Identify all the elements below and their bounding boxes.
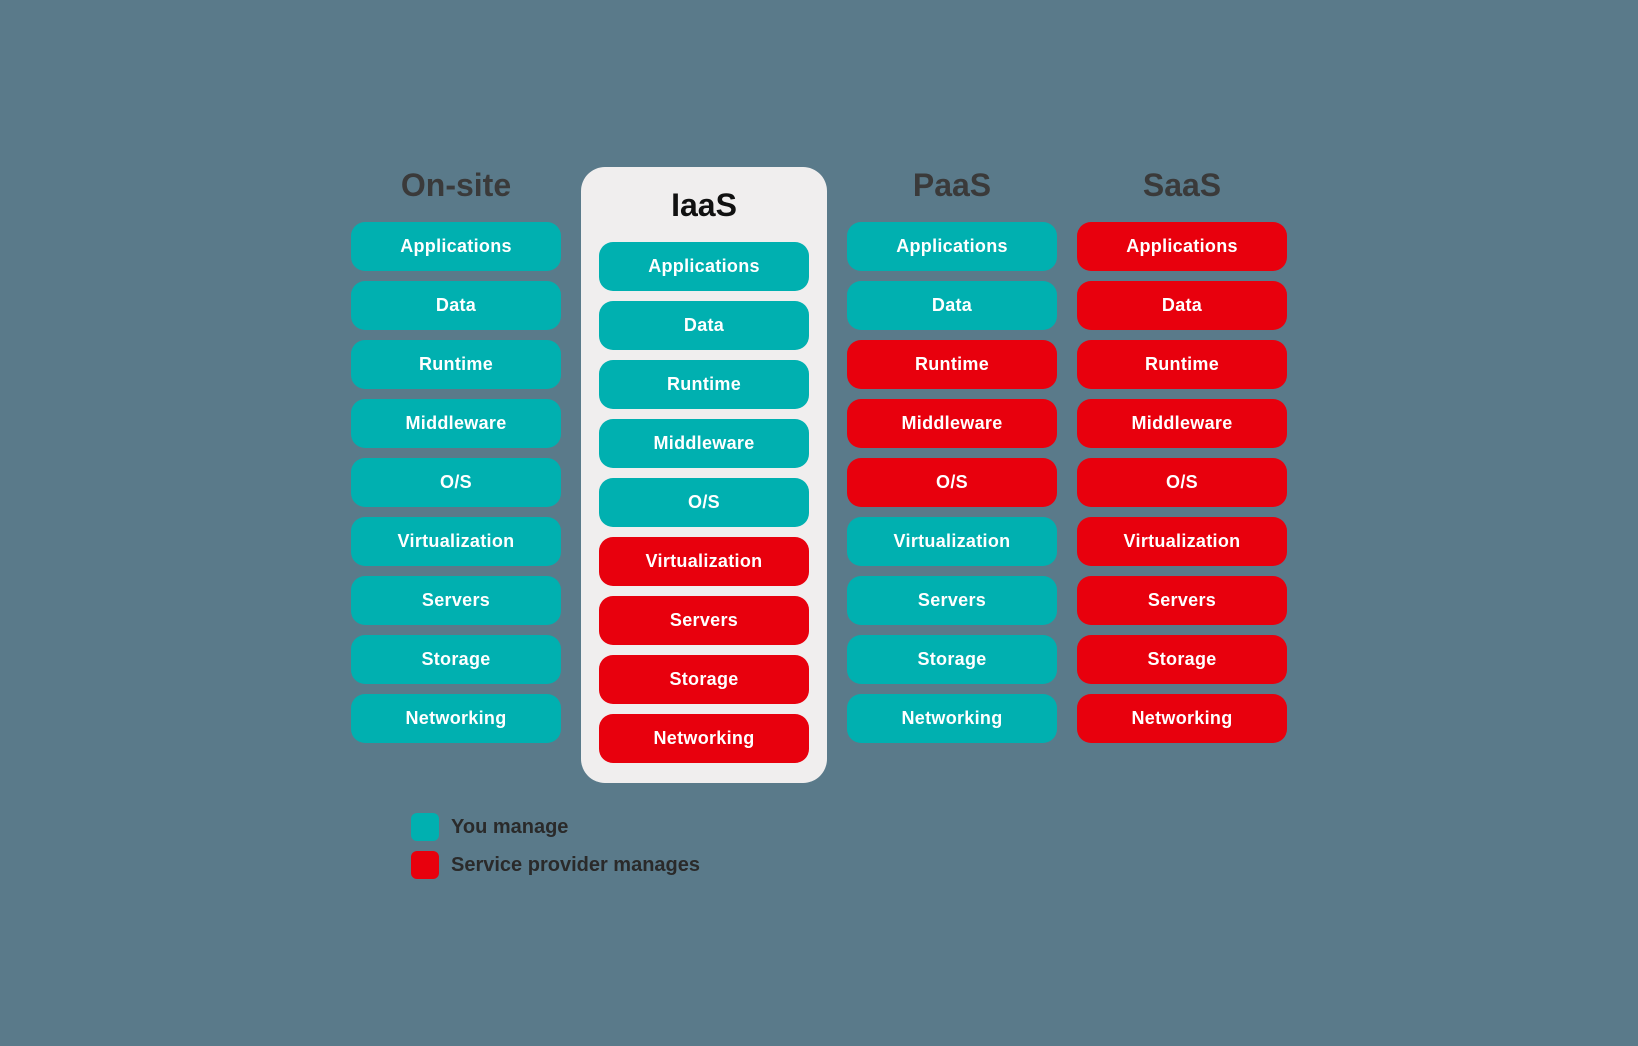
onsite-item-6: Servers xyxy=(351,576,561,625)
paas-item-6: Servers xyxy=(847,576,1057,625)
onsite-items: Applications Data Runtime Middleware O/S Virt… xyxy=(351,222,561,743)
legend-item-red: Service provider manages xyxy=(411,851,700,879)
onsite-item-0: Applications xyxy=(351,222,561,271)
diagram-container: On-site Applications Data Runtime Middleware… xyxy=(311,127,1327,919)
paas-item-5: Virtualization xyxy=(847,517,1057,566)
paas-item-4: O/S xyxy=(847,458,1057,507)
onsite-item-7: Storage xyxy=(351,635,561,684)
legend-dot-red xyxy=(411,851,439,879)
legend-label-red: Service provider manages xyxy=(451,854,700,877)
paas-item-0: Applications xyxy=(847,222,1057,271)
paas-item-1: Data xyxy=(847,281,1057,330)
columns-wrapper: On-site Applications Data Runtime Middleware… xyxy=(351,167,1287,783)
paas-item-2: Runtime xyxy=(847,340,1057,389)
column-iaas: IaaS Applications Data Runtime Middleware O/S… xyxy=(581,167,827,783)
saas-title: SaaS xyxy=(1143,167,1221,204)
saas-item-7: Storage xyxy=(1077,635,1287,684)
iaas-item-1: Data xyxy=(599,301,809,350)
paas-item-3: Middleware xyxy=(847,399,1057,448)
iaas-item-5: Virtualization xyxy=(599,537,809,586)
onsite-item-5: Virtualization xyxy=(351,517,561,566)
iaas-item-7: Storage xyxy=(599,655,809,704)
saas-item-3: Middleware xyxy=(1077,399,1287,448)
saas-items: Applications Data Runtime Middleware O/S Virt… xyxy=(1077,222,1287,743)
paas-title: PaaS xyxy=(913,167,991,204)
onsite-item-2: Runtime xyxy=(351,340,561,389)
column-paas: PaaS Applications Data Runtime Middleware O/S… xyxy=(847,167,1057,743)
column-saas: SaaS Applications Data Runtime Middleware O/S… xyxy=(1077,167,1287,743)
paas-items: Applications Data Runtime Middleware O/S Virt… xyxy=(847,222,1057,743)
saas-item-1: Data xyxy=(1077,281,1287,330)
legend-label-teal: You manage xyxy=(451,816,568,839)
iaas-item-3: Middleware xyxy=(599,419,809,468)
paas-item-7: Storage xyxy=(847,635,1057,684)
iaas-item-0: Applications xyxy=(599,242,809,291)
iaas-item-6: Servers xyxy=(599,596,809,645)
saas-item-0: Applications xyxy=(1077,222,1287,271)
legend-dot-teal xyxy=(411,813,439,841)
iaas-item-8: Networking xyxy=(599,714,809,763)
onsite-title: On-site xyxy=(401,167,511,204)
iaas-items: Applications Data Runtime Middleware O/S Virt… xyxy=(599,242,809,763)
legend: You manage Service provider manages xyxy=(411,813,700,879)
onsite-item-1: Data xyxy=(351,281,561,330)
iaas-panel: IaaS Applications Data Runtime Middleware O/S… xyxy=(581,167,827,783)
onsite-item-4: O/S xyxy=(351,458,561,507)
onsite-item-8: Networking xyxy=(351,694,561,743)
iaas-item-2: Runtime xyxy=(599,360,809,409)
iaas-item-4: O/S xyxy=(599,478,809,527)
iaas-title: IaaS xyxy=(671,187,737,224)
paas-item-8: Networking xyxy=(847,694,1057,743)
column-onsite: On-site Applications Data Runtime Middleware… xyxy=(351,167,561,743)
saas-item-6: Servers xyxy=(1077,576,1287,625)
onsite-item-3: Middleware xyxy=(351,399,561,448)
saas-item-2: Runtime xyxy=(1077,340,1287,389)
saas-item-8: Networking xyxy=(1077,694,1287,743)
saas-item-4: O/S xyxy=(1077,458,1287,507)
saas-item-5: Virtualization xyxy=(1077,517,1287,566)
legend-item-teal: You manage xyxy=(411,813,700,841)
